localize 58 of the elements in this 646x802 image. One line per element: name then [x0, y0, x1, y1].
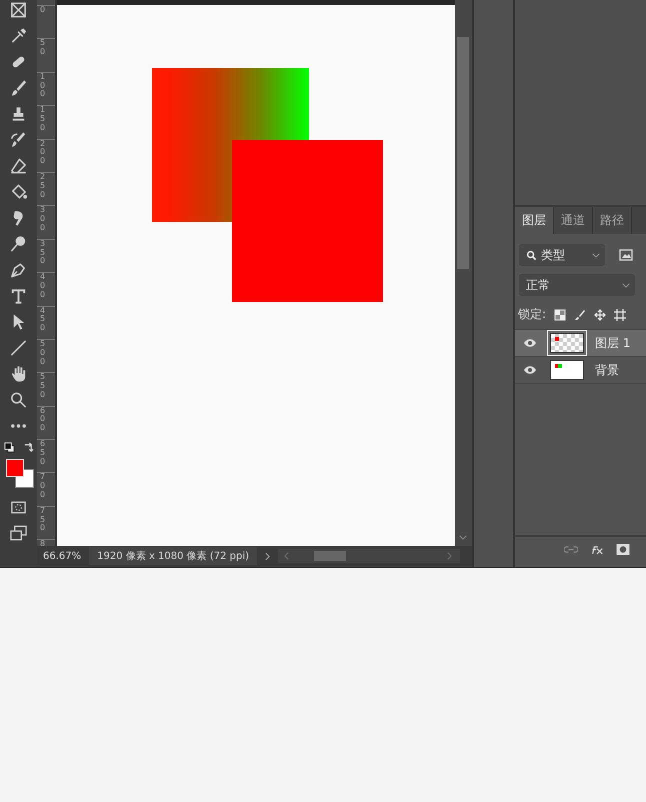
scroll-down-icon[interactable] — [459, 535, 467, 540]
blend-mode-value: 正常 — [526, 276, 551, 294]
ruler-label: 750 — [40, 506, 46, 534]
ruler-label: 450 — [40, 306, 46, 333]
ruler-label: 700 — [40, 473, 46, 500]
mask-icon[interactable] — [616, 544, 630, 554]
vertical-scrollbar[interactable] — [455, 0, 472, 546]
screen-mode-icon[interactable] — [9, 523, 28, 543]
line-icon[interactable] — [9, 338, 28, 358]
document-info: 1920 像素 x 1080 像素 (72 ppi) — [89, 547, 258, 565]
brush-icon[interactable] — [9, 78, 28, 98]
ruler-label: 0 — [40, 6, 46, 15]
lock-label: 锁定: — [518, 306, 546, 323]
filter-dropdown[interactable]: 类型 — [519, 244, 605, 266]
eye-icon[interactable] — [523, 365, 537, 375]
eraser-icon[interactable] — [9, 156, 28, 176]
scroll-thumb[interactable] — [457, 37, 469, 269]
frame-icon[interactable] — [9, 0, 28, 20]
color-swatches[interactable] — [4, 459, 34, 491]
ruler-label: 650 — [40, 440, 46, 466]
caret-icon — [622, 282, 630, 288]
chevron-right-icon[interactable] — [265, 552, 270, 560]
ruler-label: 100 — [40, 72, 46, 100]
horizontal-scrollbar[interactable] — [278, 549, 460, 563]
effects-icon[interactable] — [590, 544, 604, 554]
ruler-label: 550 — [40, 373, 46, 400]
layer-name: 图层 1 — [595, 334, 630, 352]
move-icon[interactable] — [594, 308, 606, 320]
filter-value: 类型 — [541, 246, 566, 264]
ruler-label: 350 — [40, 240, 46, 266]
search-icon — [526, 250, 537, 260]
ruler-label: 500 — [40, 340, 46, 366]
layer-name: 背景 — [595, 362, 619, 378]
ruler-label: 600 — [40, 406, 46, 434]
scroll-thumb[interactable] — [314, 551, 346, 561]
eye-icon[interactable] — [523, 338, 537, 348]
zoom-icon[interactable] — [9, 390, 28, 410]
swap-icon[interactable] — [22, 442, 34, 453]
ruler-label: 400 — [40, 273, 46, 300]
brush-icon[interactable] — [574, 308, 586, 320]
ruler-label: 300 — [40, 206, 46, 233]
default-colors-icon[interactable] — [4, 442, 14, 453]
layer-row[interactable]: 图层 1 — [515, 330, 646, 357]
panel-tab[interactable]: 图层 — [515, 207, 554, 234]
layer-thumbnail — [550, 360, 584, 380]
hand-icon[interactable] — [9, 364, 28, 384]
blend-mode-dropdown[interactable]: 正常 — [519, 274, 635, 296]
ruler-label: 200 — [40, 140, 46, 166]
caret-icon — [592, 252, 600, 258]
layer-thumbnail — [550, 333, 584, 353]
ruler-label: 250 — [40, 172, 46, 200]
ruler-label: 150 — [40, 106, 46, 133]
layer-row[interactable]: 背景 — [515, 357, 646, 384]
image-filter-icon[interactable] — [619, 249, 633, 261]
ruler-label: 50 — [40, 39, 46, 57]
ruler-label: 8 — [40, 540, 46, 546]
lock-pixels-icon[interactable] — [554, 308, 566, 320]
zoom-level[interactable]: 66.67% — [37, 550, 90, 562]
